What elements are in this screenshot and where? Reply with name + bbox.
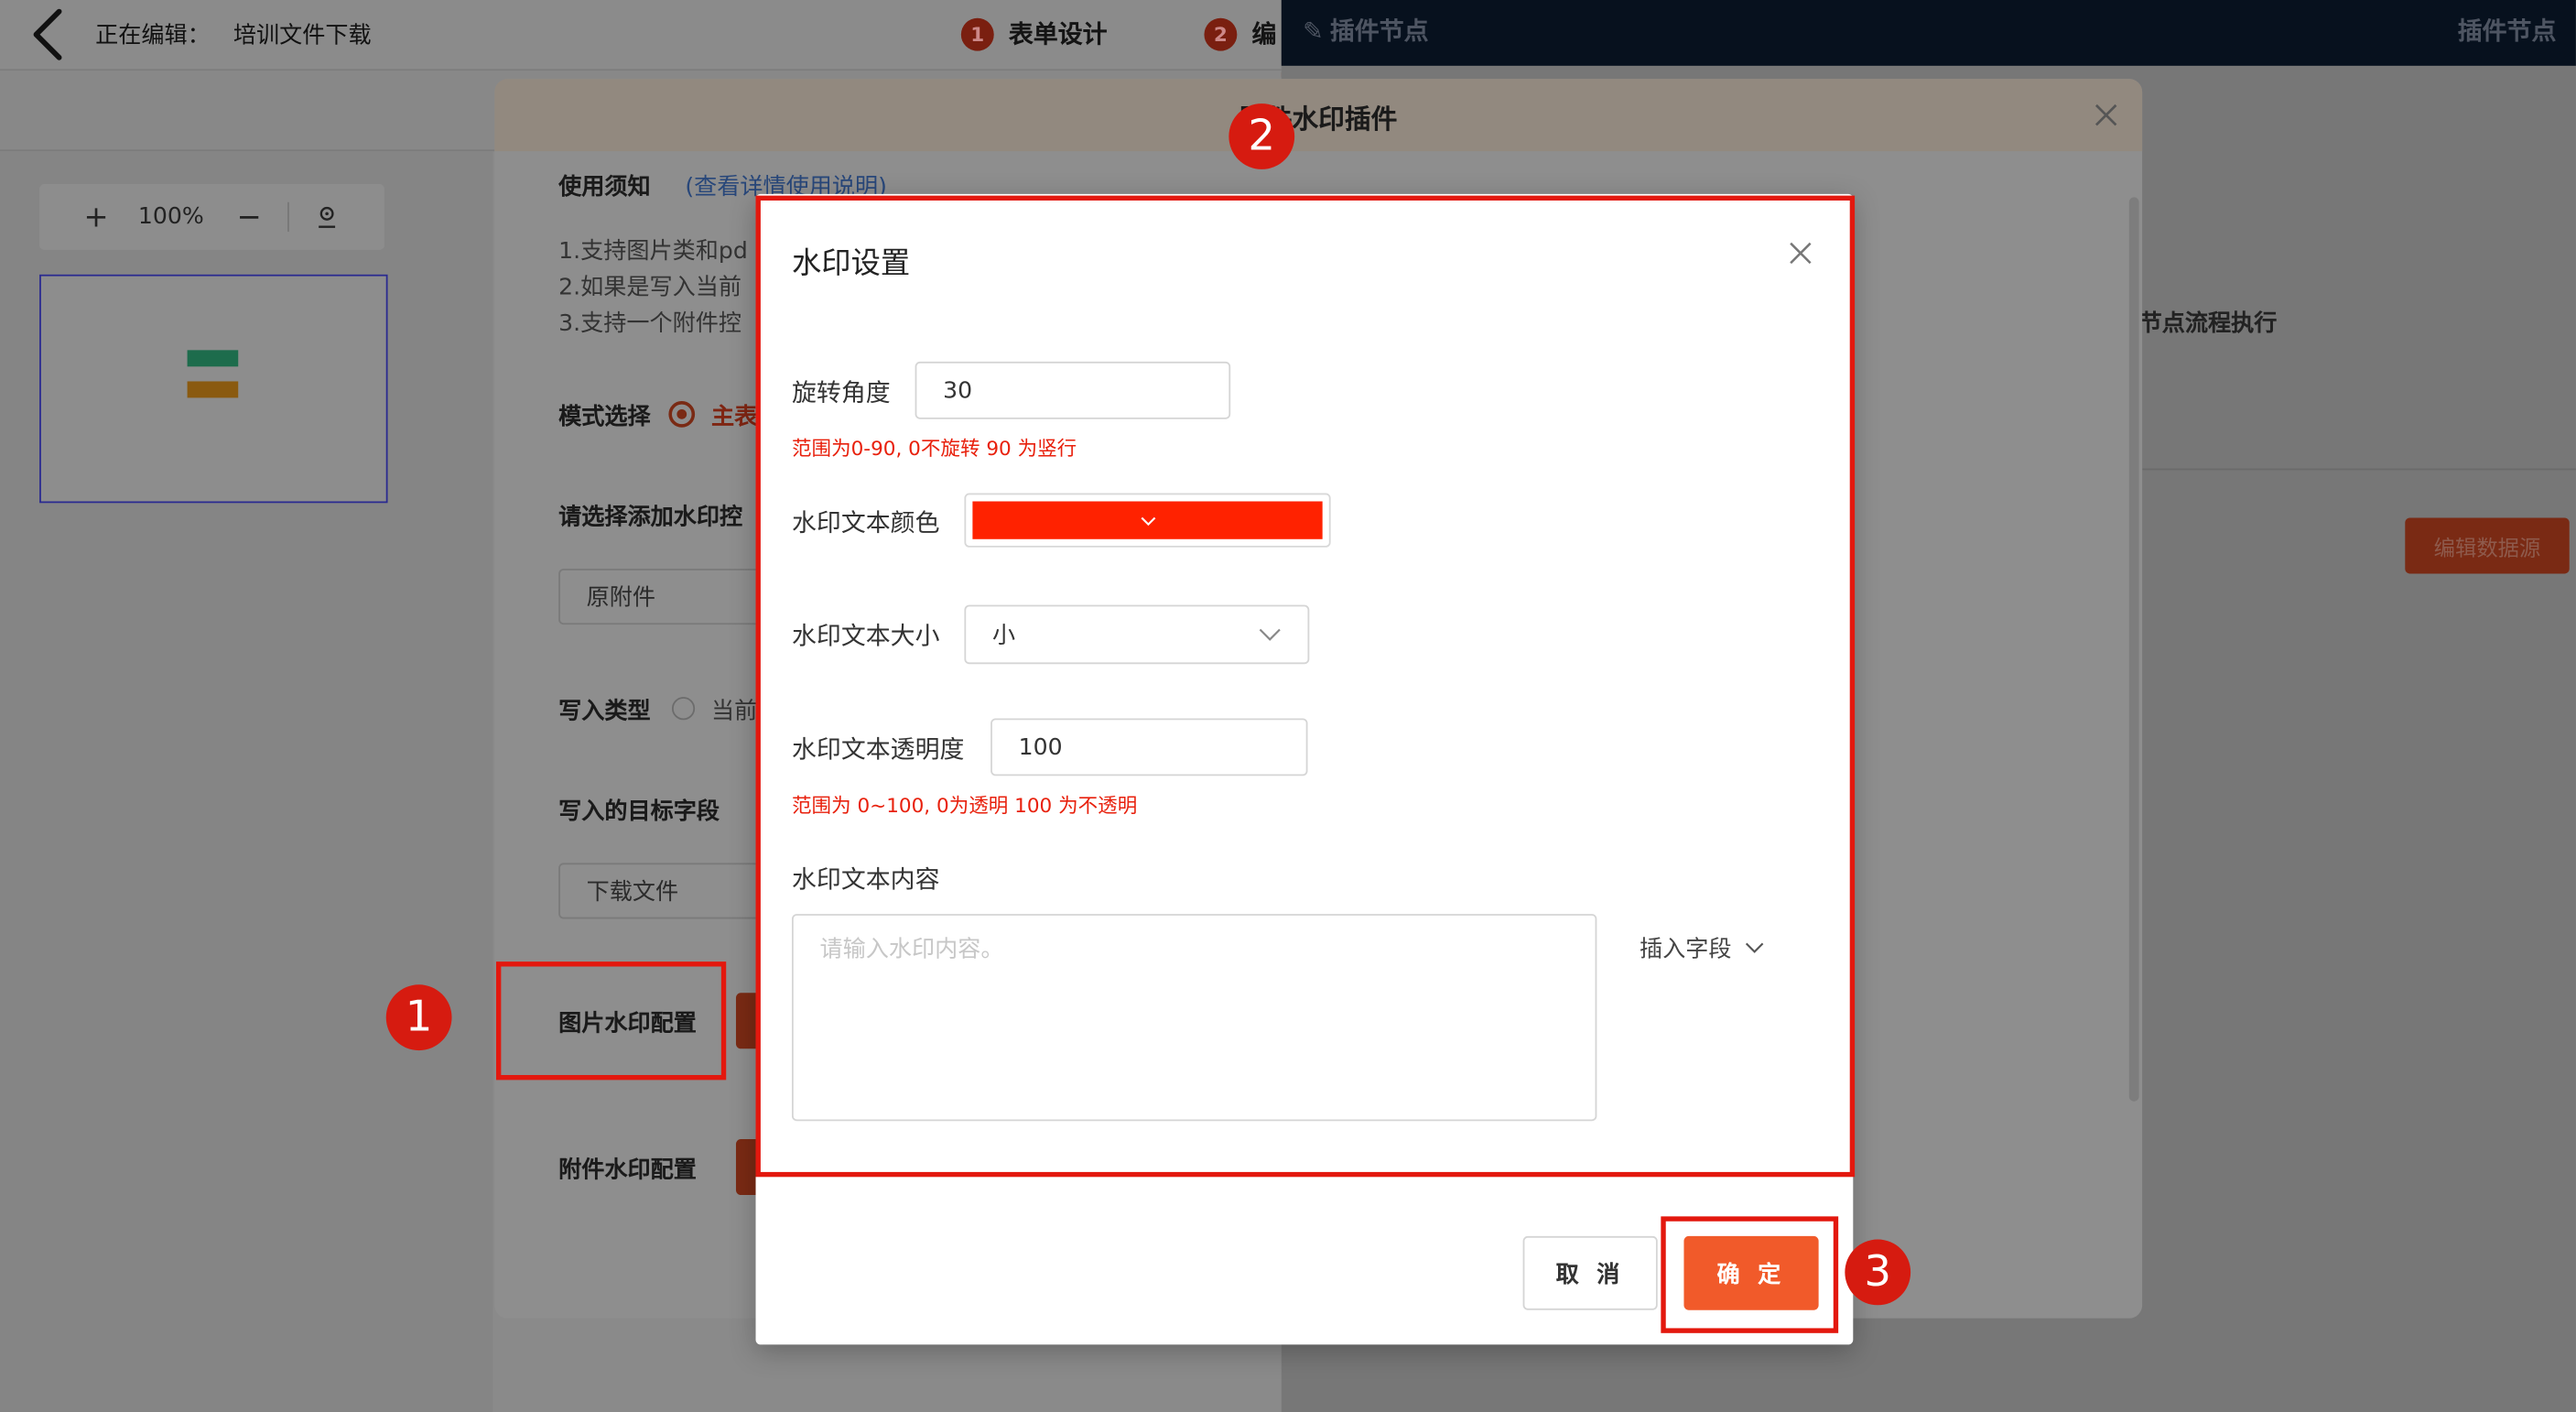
plugin-modal-scrollbar[interactable] — [2128, 197, 2139, 1102]
rotation-hint: 范围为0-90, 0不旋转 90 为竖行 — [791, 437, 1077, 461]
edit-icon: ✎ — [1303, 16, 1324, 47]
opacity-label: 水印文本透明度 — [791, 734, 965, 765]
choose-control-label: 请选择添加水印控 — [558, 505, 743, 531]
content-label: 水印文本内容 — [791, 864, 940, 895]
ok-button[interactable]: 确 定 — [1683, 1235, 1819, 1310]
notice-line: 1.支持图片类和pd — [558, 238, 748, 266]
edit-datasource-button[interactable]: 编辑数据源 — [2405, 517, 2570, 574]
chevron-down-icon — [1140, 516, 1155, 526]
right-panel-title-text: 插件节点 — [1329, 16, 1429, 47]
watermark-settings-dialog: 水印设置 旋转角度 范围为0-90, 0不旋转 90 为竖行 水印文本颜色 水印… — [755, 193, 1854, 1345]
chevron-down-icon — [1745, 942, 1764, 953]
step-marker-3: 3 — [1845, 1239, 1911, 1306]
rotation-label: 旋转角度 — [791, 377, 891, 408]
insert-field-label: 插入字段 — [1640, 937, 1732, 963]
opacity-hint: 范围为 0~100, 0为透明 100 为不透明 — [791, 794, 1138, 818]
zoom-level: 100% — [137, 203, 204, 231]
write-type-option: 当前 — [711, 698, 758, 725]
editing-label: 正在编辑： — [95, 23, 211, 49]
mode-label: 模式选择 — [558, 404, 651, 431]
right-panel-title-right: 插件节点 — [2457, 16, 2557, 47]
close-icon[interactable] — [2093, 102, 2119, 128]
zoom-divider — [287, 201, 290, 233]
write-type-label: 写入类型 — [558, 698, 651, 725]
step-tab-edit[interactable]: 2 编 — [1204, 16, 1276, 51]
notice-line: 2.如果是写入当前 — [558, 274, 742, 301]
step-label: 编 — [1251, 19, 1277, 49]
notice-label: 使用须知 — [558, 174, 651, 201]
document-name: 培训文件下载 — [233, 23, 372, 49]
zoom-out-icon[interactable]: − — [237, 200, 262, 234]
top-bar: 正在编辑： 培训文件下载 1 表单设计 2 编 — [0, 0, 1282, 71]
dialog-title: 水印设置 — [791, 246, 911, 281]
target-field-select[interactable]: 下载文件 — [558, 863, 789, 919]
content-textarea[interactable] — [791, 914, 1597, 1122]
step-number: 2 — [1204, 16, 1238, 50]
right-panel-text: 节点流程执行 — [2138, 310, 2278, 337]
close-icon[interactable] — [1789, 242, 1812, 265]
cancel-button[interactable]: 取 消 — [1522, 1235, 1658, 1310]
color-label: 水印文本颜色 — [791, 507, 940, 538]
screen: 正在编辑：培训文件下载 1 表单设计 2 编 + 100% − ✎插件节点 — [0, 0, 2576, 1412]
color-swatch — [972, 501, 1323, 539]
insert-field-dropdown[interactable]: 插入字段 — [1640, 932, 1764, 965]
zoom-bar: + 100% − — [39, 184, 384, 250]
size-label: 水印文本大小 — [791, 621, 940, 651]
mode-radio-main[interactable] — [668, 401, 696, 428]
write-type-radio[interactable] — [671, 697, 696, 721]
back-arrow-icon[interactable] — [23, 6, 69, 62]
chevron-down-icon — [1259, 628, 1281, 641]
color-picker[interactable] — [964, 493, 1331, 548]
step-label: 表单设计 — [1008, 19, 1108, 49]
editing-indicator: 正在编辑： 培训文件下载 — [95, 18, 371, 51]
zoom-in-icon[interactable]: + — [84, 200, 109, 234]
right-panel-divider — [2138, 468, 2576, 471]
target-field-label: 写入的目标字段 — [558, 798, 720, 826]
choose-control-select[interactable]: 原附件 — [558, 569, 789, 625]
image-watermark-label: 图片水印配置 — [558, 1010, 697, 1037]
minimap[interactable] — [39, 274, 388, 504]
size-select-value: 小 — [991, 623, 1016, 650]
step-marker-2: 2 — [1228, 103, 1295, 169]
attachment-watermark-label: 附件水印配置 — [558, 1157, 697, 1184]
rotation-input[interactable] — [915, 361, 1231, 419]
locate-icon[interactable] — [316, 205, 339, 228]
step-tab-form-design[interactable]: 1 表单设计 — [960, 16, 1108, 51]
right-panel-header: ✎ 插件节点 插件节点 — [1281, 0, 2576, 66]
size-select[interactable]: 小 — [964, 604, 1310, 665]
step-marker-1: 1 — [385, 984, 452, 1051]
notice-line: 3.支持一个附件控 — [558, 310, 742, 337]
opacity-input[interactable] — [990, 718, 1308, 777]
mode-option-main: 主表 — [711, 404, 758, 431]
minimap-node-start — [187, 350, 239, 367]
step-number: 1 — [960, 16, 994, 50]
plugin-modal-header: 附件水印插件 — [494, 79, 2143, 152]
plugin-modal-title: 附件水印插件 — [1239, 103, 1398, 136]
right-panel-title: ✎ 插件节点 — [1303, 13, 1428, 48]
minimap-node-plugin — [187, 381, 239, 398]
